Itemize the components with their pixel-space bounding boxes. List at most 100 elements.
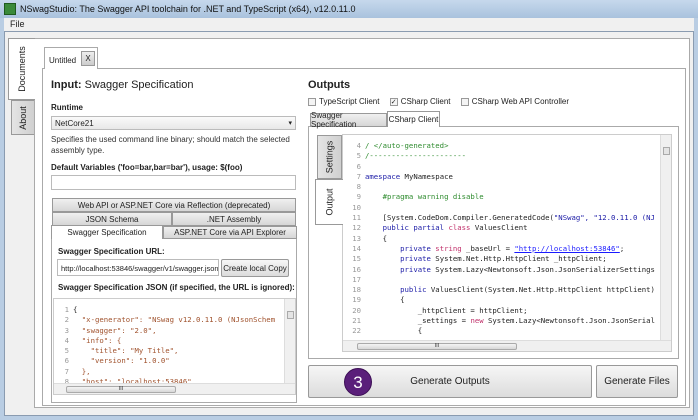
tab-output-swagger[interactable]: Swagger Specification (310, 111, 387, 129)
checkbox-icon[interactable] (308, 97, 316, 106)
json-editor[interactable]: 1{2 "x-generator": "NSwag v12.0.11.0 (NJ… (53, 298, 296, 395)
runtime-value: NetCore21 (55, 119, 94, 128)
code-text: }, (73, 366, 91, 376)
variables-input[interactable] (51, 175, 296, 190)
line-number: 5 (356, 151, 361, 161)
runtime-label: Runtime (51, 103, 83, 112)
checkbox-csharp-controller[interactable]: CSharp Web API Controller (460, 97, 569, 106)
line-number: 6 (64, 356, 69, 366)
tab-net-assembly[interactable]: .NET Assembly (172, 212, 296, 226)
generate-files-button[interactable]: Generate Files (596, 365, 678, 398)
code-text: "version": "1.0.0" (73, 356, 170, 366)
code-line: 17 (343, 275, 655, 285)
code-token: ValuesClient(System.Net.Http.HttpClient … (430, 285, 655, 295)
json-horizontal-scrollbar[interactable]: III (54, 383, 295, 394)
code-line: 10 (343, 203, 655, 213)
json-code: 1{2 "x-generator": "NSwag v12.0.11.0 (NJ… (57, 305, 276, 387)
csharp-code: 4 / </auto-generated> 5 /------------------… (343, 141, 655, 337)
runtime-select[interactable]: NetCore21 ▾ (51, 116, 296, 130)
line-number: 7 (356, 171, 361, 181)
vtab-settings[interactable]: Settings (317, 135, 342, 179)
code-line: 1{ (57, 305, 275, 315)
code-token: { (365, 295, 405, 305)
code-horizontal-scrollbar[interactable]: III (343, 340, 671, 351)
create-local-copy-button[interactable]: Create local Copy (221, 259, 289, 277)
code-line: 18 public ValuesClient(System.Net.Http.H… (343, 285, 655, 295)
code-line: 4 "info": { (57, 336, 275, 346)
code-token: MyNamespace (400, 171, 453, 181)
code-line: 2 "x-generator": "NSwag v12.0.11.0 (NJso… (57, 315, 276, 325)
code-line: 5 /---------------------- (343, 151, 655, 161)
code-token: System.Lazy<Newtonsoft.Json.JsonSerializ… (435, 264, 655, 274)
code-line: 11 [System.CodeDom.Compiler.GeneratedCod… (343, 213, 655, 223)
code-token: ValuesClient (470, 223, 528, 233)
code-token: public partial (365, 223, 449, 233)
checkbox-csharp-client[interactable]: ✓ CSharp Client (389, 97, 451, 106)
line-number: 11 (352, 213, 361, 223)
runtime-help: Specifies the used command line binary; … (51, 135, 290, 155)
tab-api-explorer[interactable]: ASP.NET Core via API Explorer (163, 226, 297, 239)
output-checkboxes: TypeScript Client ✓ CSharp Client CSharp … (308, 97, 569, 106)
scroll-thumb[interactable] (663, 147, 670, 155)
code-text: "x-generator": "NSwag v12.0.11.0 (NJsonS… (73, 315, 276, 325)
line-number: 16 (352, 264, 361, 274)
document-tab[interactable]: Untitled X (44, 47, 98, 69)
json-label: Swagger Specification JSON (if specified… (58, 283, 295, 292)
line-number: 9 (356, 192, 361, 202)
chevron-down-icon: ▾ (288, 120, 292, 127)
line-number: 20 (352, 305, 361, 315)
side-tab-about[interactable]: About (11, 100, 35, 135)
code-line: 7 }, (57, 367, 275, 377)
csharp-code-editor[interactable]: 4 / </auto-generated> 5 /------------------… (342, 134, 672, 352)
scroll-thumb[interactable] (287, 311, 294, 319)
generate-outputs-label: Generate Outputs (410, 376, 490, 387)
code-token: new (470, 316, 484, 326)
checkbox-typescript-client[interactable]: TypeScript Client (308, 97, 379, 106)
url-input[interactable]: http://localhost:53846/swagger/v1/swagge… (57, 259, 219, 276)
code-token: / </auto-generated> (365, 141, 449, 150)
scroll-thumb[interactable]: III (357, 343, 517, 350)
line-number: 13 (352, 233, 361, 243)
code-token: ; (619, 243, 625, 253)
side-tab-label: Documents (17, 46, 27, 92)
menu-file[interactable]: File (10, 19, 25, 29)
code-text: { (73, 305, 78, 314)
tab-csharp-client[interactable]: CSharp Client (387, 111, 440, 127)
code-token: private (365, 264, 436, 274)
code-token: { (365, 233, 387, 243)
scroll-thumb[interactable]: III (66, 386, 176, 393)
code-token: System.Lazy<Newtonsoft.Json.JsonSerial (483, 316, 655, 326)
line-number: 4 (356, 141, 361, 150)
step-badge: 3 (344, 368, 372, 396)
tab-json-schema[interactable]: JSON Schema (52, 212, 172, 226)
code-line: 7 amespace MyNamespace (343, 172, 655, 182)
code-token: #pragma warning disable (365, 192, 484, 202)
vtab-label: Output (324, 188, 335, 216)
code-line: 16 private System.Lazy<Newtonsoft.Json.J… (343, 265, 655, 275)
input-title: Input: Swagger Specification (51, 79, 193, 91)
code-line: 5 "title": "My Title", (57, 346, 275, 356)
code-vertical-scrollbar[interactable] (660, 135, 671, 341)
checkbox-label: TypeScript Client (319, 97, 380, 106)
code-text: "title": "My Title", (73, 346, 179, 356)
line-number: 15 (352, 254, 361, 264)
vtab-output[interactable]: Output (315, 179, 343, 225)
line-number: 8 (356, 182, 361, 192)
close-document-button[interactable]: X (81, 51, 95, 66)
line-number: 10 (352, 202, 361, 212)
line-number: 14 (352, 243, 361, 253)
code-line: 4 / </auto-generated> (343, 141, 655, 151)
code-line: 19 { (343, 295, 655, 305)
tab-swagger-specification[interactable]: Swagger Specification (51, 225, 163, 239)
code-token: class (448, 223, 471, 233)
side-tab-documents[interactable]: Documents (8, 38, 35, 100)
input-title-rest: Swagger Specification (81, 79, 194, 91)
line-number: 3 (64, 325, 69, 335)
json-vertical-scrollbar[interactable] (284, 299, 295, 385)
side-tab-label: About (18, 105, 28, 130)
checkbox-icon[interactable] (460, 97, 469, 106)
tab-reflection[interactable]: Web API or ASP.NET Core via Reflection (… (52, 198, 296, 212)
code-token: amespace (365, 171, 401, 181)
code-token: public (365, 285, 431, 295)
checkmark-icon[interactable]: ✓ (389, 97, 398, 106)
